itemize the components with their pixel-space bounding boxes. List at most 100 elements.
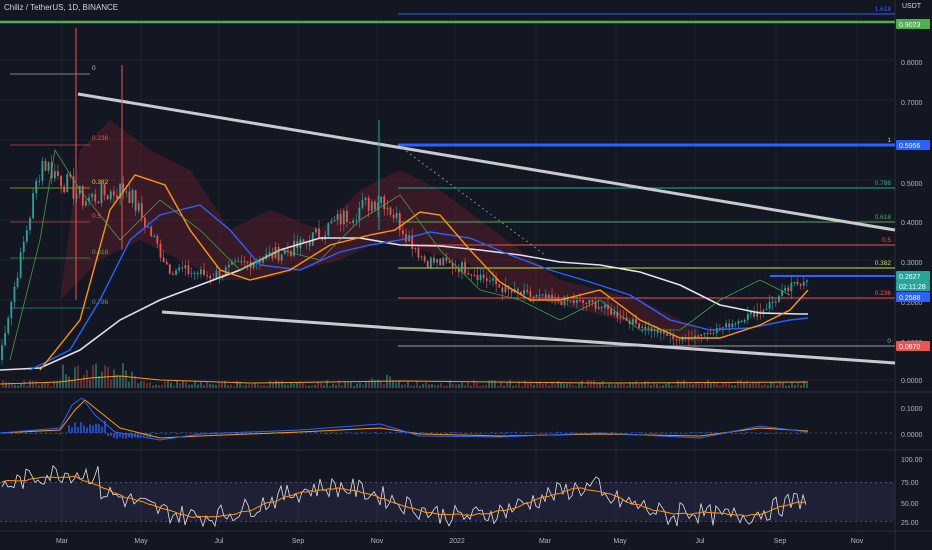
candle-body	[489, 280, 491, 282]
volume-bar	[689, 383, 691, 388]
volume-bar	[212, 384, 214, 388]
volume-bar	[512, 385, 514, 388]
volume-bar	[257, 384, 259, 388]
volume-bar	[71, 380, 73, 388]
candle-body	[523, 290, 525, 295]
macd-bar	[773, 433, 775, 434]
volume-bar	[710, 382, 712, 388]
volume-bar	[749, 383, 751, 388]
candle-body	[442, 257, 445, 266]
macd-bar	[74, 422, 76, 433]
fib-label-right: 0.5	[882, 237, 891, 244]
volume-bar	[77, 365, 79, 388]
candle-body	[311, 232, 314, 246]
macd-bar	[248, 432, 250, 434]
candle-body	[168, 264, 171, 274]
macd-bar	[425, 433, 427, 434]
macd-bar	[689, 432, 691, 433]
volume-bar	[806, 383, 808, 388]
price-axis-label: 0.7000	[901, 100, 923, 107]
macd-bar	[713, 432, 715, 434]
volume-bar	[686, 383, 688, 388]
macd-bar	[332, 432, 334, 433]
candle-body	[703, 332, 706, 335]
volume-bar	[611, 384, 613, 388]
macd-bar	[485, 432, 487, 434]
candle-body	[392, 214, 395, 219]
candle-body	[728, 323, 731, 328]
candle-body	[199, 269, 202, 275]
macd-bar	[47, 432, 49, 434]
macd-bar	[779, 432, 781, 434]
candle-body	[429, 257, 432, 268]
candle-body	[131, 190, 134, 203]
candle-body	[582, 300, 585, 303]
macd-bar	[308, 432, 310, 433]
macd-bar	[788, 433, 790, 434]
volume-bar	[776, 385, 778, 388]
candle-body	[603, 304, 606, 308]
macd-bar	[365, 433, 367, 434]
volume-bar	[542, 383, 544, 388]
macd-bar	[101, 426, 103, 433]
candle-body	[448, 261, 451, 263]
volume-bar	[656, 383, 658, 388]
volume-bar	[437, 385, 439, 388]
chart-stage[interactable]: 0 0.236 0.382 0.5 0.618 0.786 1.618 1 0.786 0.618…	[0, 0, 932, 550]
time-axis-label: Nov	[371, 538, 384, 545]
volume-bar	[797, 382, 799, 388]
candle-body	[336, 213, 339, 220]
candle-body	[355, 220, 358, 222]
fib-label-right: 0.786	[875, 180, 892, 187]
macd-bar	[767, 433, 769, 435]
volume-bar	[758, 382, 760, 388]
macd-bar	[287, 433, 289, 434]
macd-line	[0, 397, 809, 441]
volume-bar	[398, 381, 400, 388]
macd-bar	[86, 427, 88, 433]
volume-bar	[674, 385, 676, 388]
candle-body	[544, 294, 547, 299]
candle-body	[106, 195, 109, 200]
candle-body	[743, 320, 746, 323]
volume-bar	[584, 385, 586, 388]
macd-bar	[179, 433, 181, 434]
volume-bar	[149, 382, 151, 388]
chart-canvas[interactable]: 00.2360.3820.50.6180.7861.61810.7860.618…	[0, 0, 932, 550]
volume-bar	[422, 384, 424, 388]
macd-bar	[386, 432, 388, 434]
macd-bar	[488, 433, 490, 434]
candle-body	[433, 257, 435, 263]
volume-bar	[620, 383, 622, 388]
candle-body	[209, 275, 212, 279]
macd-bar	[509, 432, 511, 434]
volume-bar	[263, 384, 265, 388]
volume-bar	[728, 383, 730, 388]
macd-bar	[533, 432, 535, 433]
rsi-axis-label: 75.00	[901, 480, 919, 487]
macd-bar	[128, 433, 130, 438]
macd-bar	[59, 433, 61, 435]
candle-body	[541, 294, 544, 296]
candle-body	[352, 220, 355, 224]
macd-bar	[71, 427, 73, 433]
macd-bar	[326, 433, 328, 435]
volume-bar	[752, 382, 754, 388]
candle-body	[156, 235, 159, 244]
macd-bar	[632, 432, 634, 433]
candle-body	[150, 226, 153, 237]
macd-bar	[158, 433, 160, 434]
volume-bar	[617, 383, 619, 388]
candle-body	[476, 274, 479, 281]
volume-bar	[587, 380, 589, 388]
candle-body	[4, 333, 7, 346]
macd-bar	[329, 433, 331, 435]
volume-bar	[29, 380, 31, 388]
fib-label-left: 0.5	[92, 213, 101, 220]
volume-bar	[515, 384, 517, 388]
candle-body	[551, 294, 553, 299]
volume-bar	[557, 380, 559, 388]
macd-bar	[302, 433, 304, 434]
price-axis-label: 0.0000	[901, 378, 923, 385]
volume-bar	[578, 383, 580, 388]
